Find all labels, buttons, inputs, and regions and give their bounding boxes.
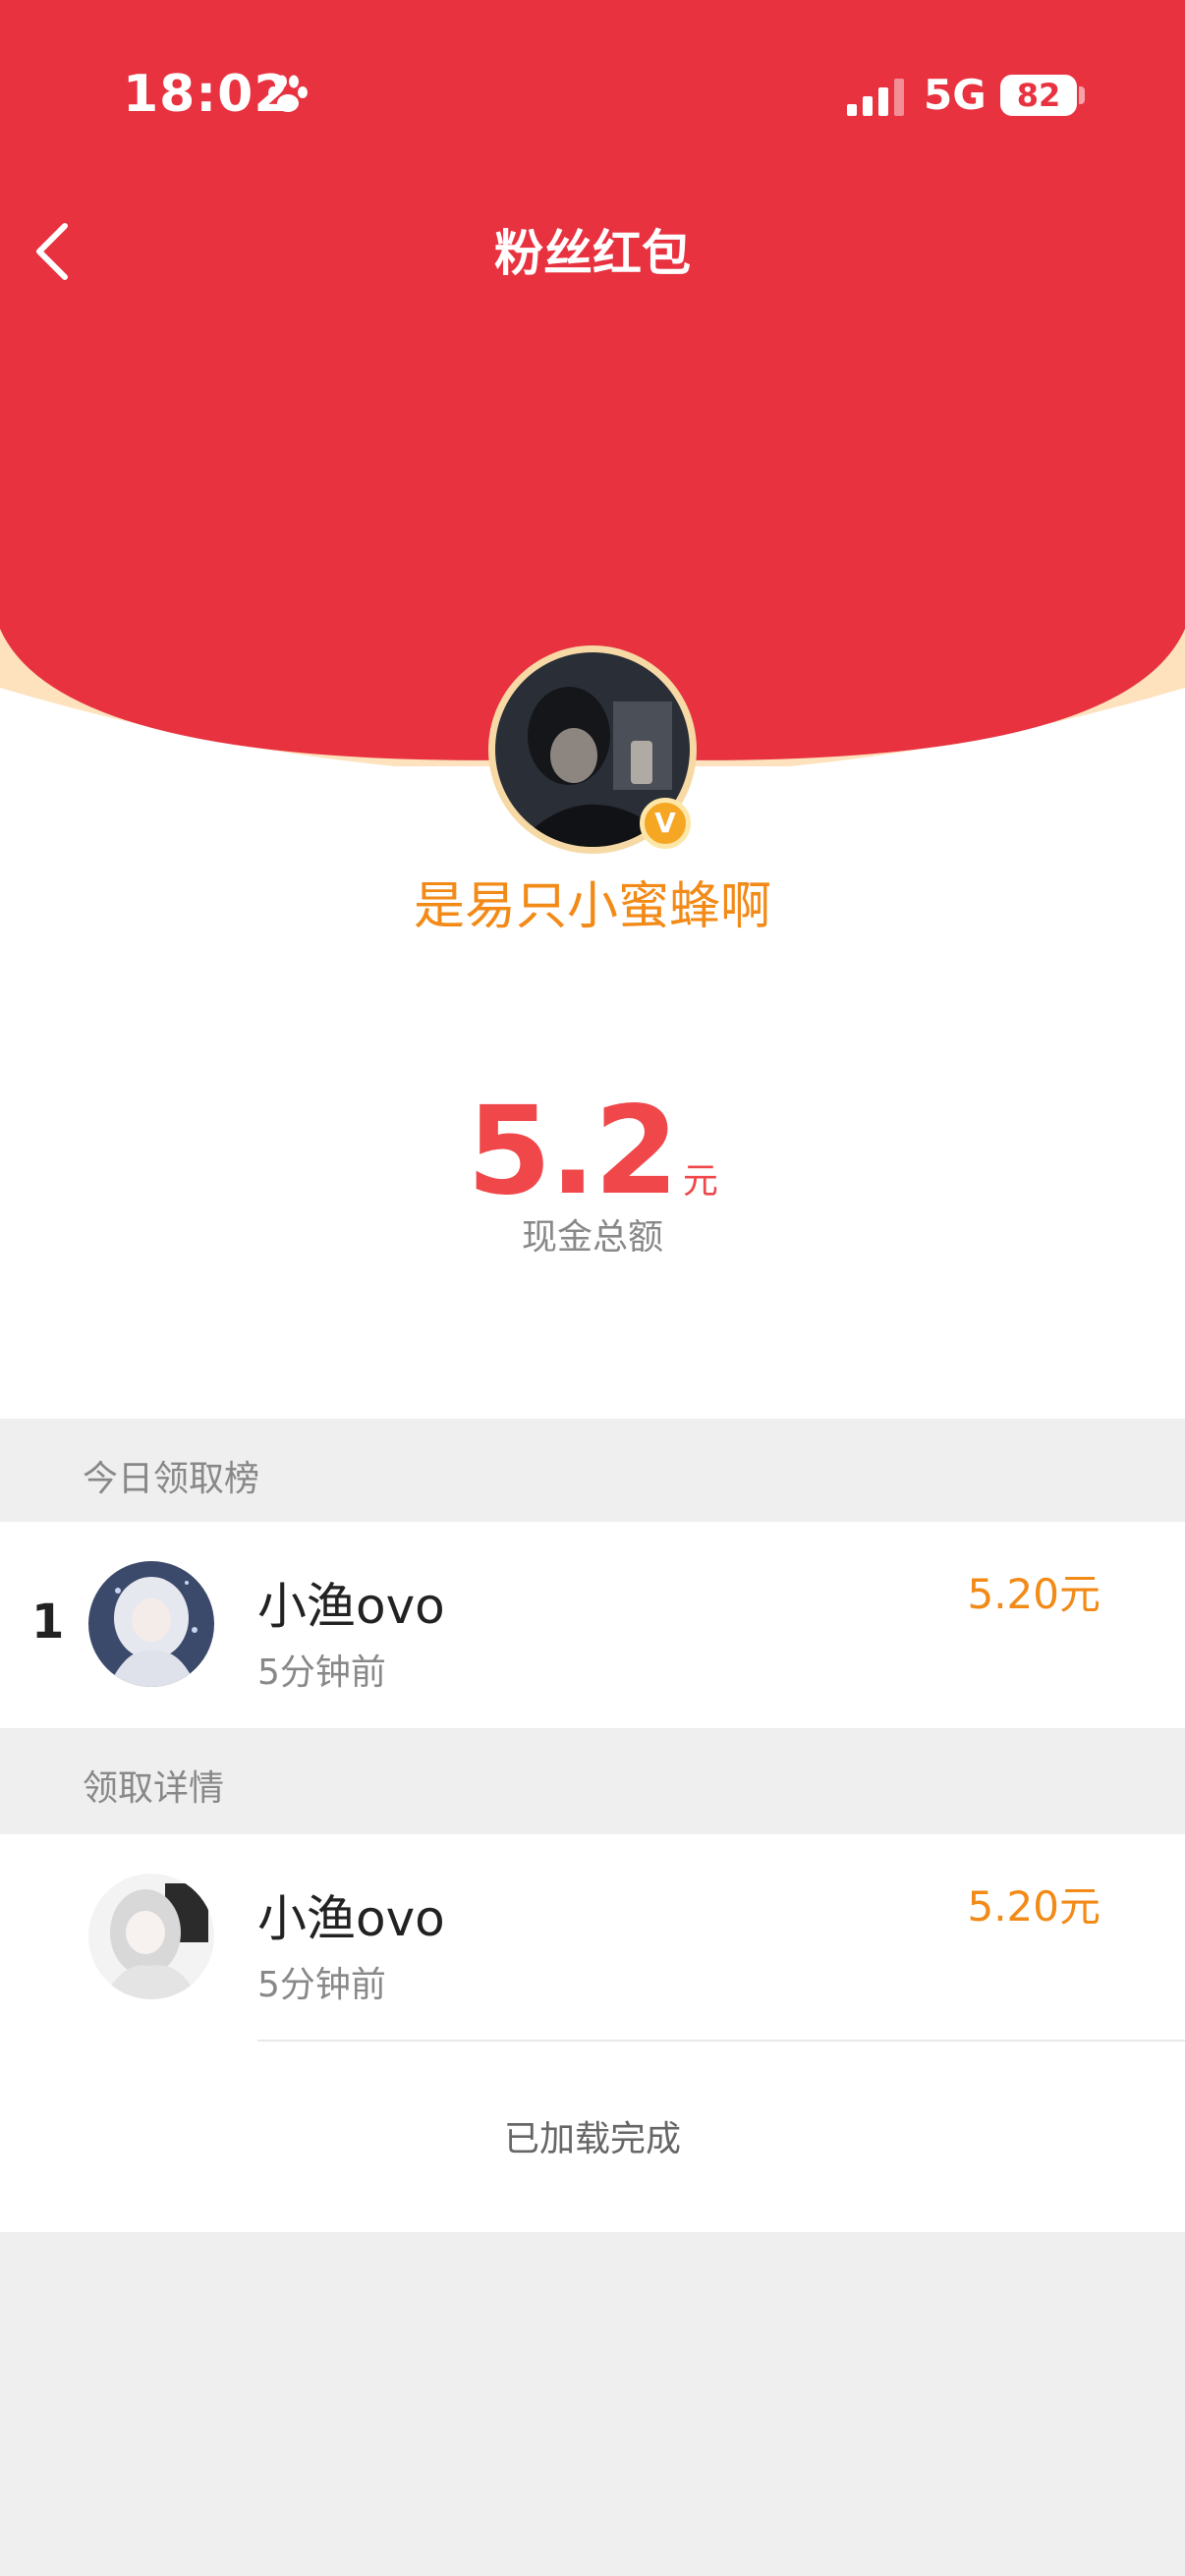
- list-item[interactable]: 小渔ovo 5分钟前 5.20元: [0, 1834, 1185, 2042]
- user-amount: 5.20元: [967, 1570, 1100, 1618]
- signal-icon: [847, 79, 904, 116]
- user-name: 小渔ovo: [257, 1578, 445, 1635]
- load-complete-text: 已加载完成: [503, 2119, 681, 2159]
- section-title: 领取详情: [83, 1768, 225, 1809]
- avatar[interactable]: [88, 1561, 214, 1687]
- rank-number: 1: [31, 1595, 65, 1650]
- amount-value: 5.2: [467, 1081, 679, 1222]
- battery-indicator: 82: [1000, 75, 1077, 116]
- section-title: 今日领取榜: [83, 1459, 260, 1499]
- user-time: 5分钟前: [257, 1965, 386, 2005]
- user-name: 小渔ovo: [257, 1890, 445, 1947]
- amount-caption: 现金总额: [521, 1217, 663, 1258]
- load-status-area: 已加载完成: [0, 2042, 1185, 2232]
- section-header-details: 领取详情: [0, 1728, 1185, 1834]
- paw-icon: [268, 75, 308, 112]
- battery-tip: [1079, 86, 1085, 104]
- user-amount: 5.20元: [967, 1882, 1100, 1931]
- section-header-today-rank: 今日领取榜: [0, 1419, 1185, 1522]
- amount-row: 5.2 元: [0, 1081, 1185, 1222]
- status-bar: 18:02 5G 82: [0, 0, 1185, 196]
- page: 18:02 5G 82 粉丝红包 V 是易只小蜜蜂啊 5.2 元 现金总额 今日…: [0, 0, 1185, 2576]
- user-time: 5分钟前: [257, 1652, 386, 1693]
- sender-name[interactable]: 是易只小蜜蜂啊: [0, 865, 1185, 938]
- page-title: 粉丝红包: [494, 225, 691, 282]
- amount-unit: 元: [682, 1161, 718, 1202]
- avatar[interactable]: [88, 1874, 214, 1999]
- network-label: 5G: [924, 71, 987, 119]
- list-item[interactable]: 1 小渔ovo 5分钟前 5.20元: [0, 1522, 1185, 1728]
- verified-badge: V: [640, 798, 691, 849]
